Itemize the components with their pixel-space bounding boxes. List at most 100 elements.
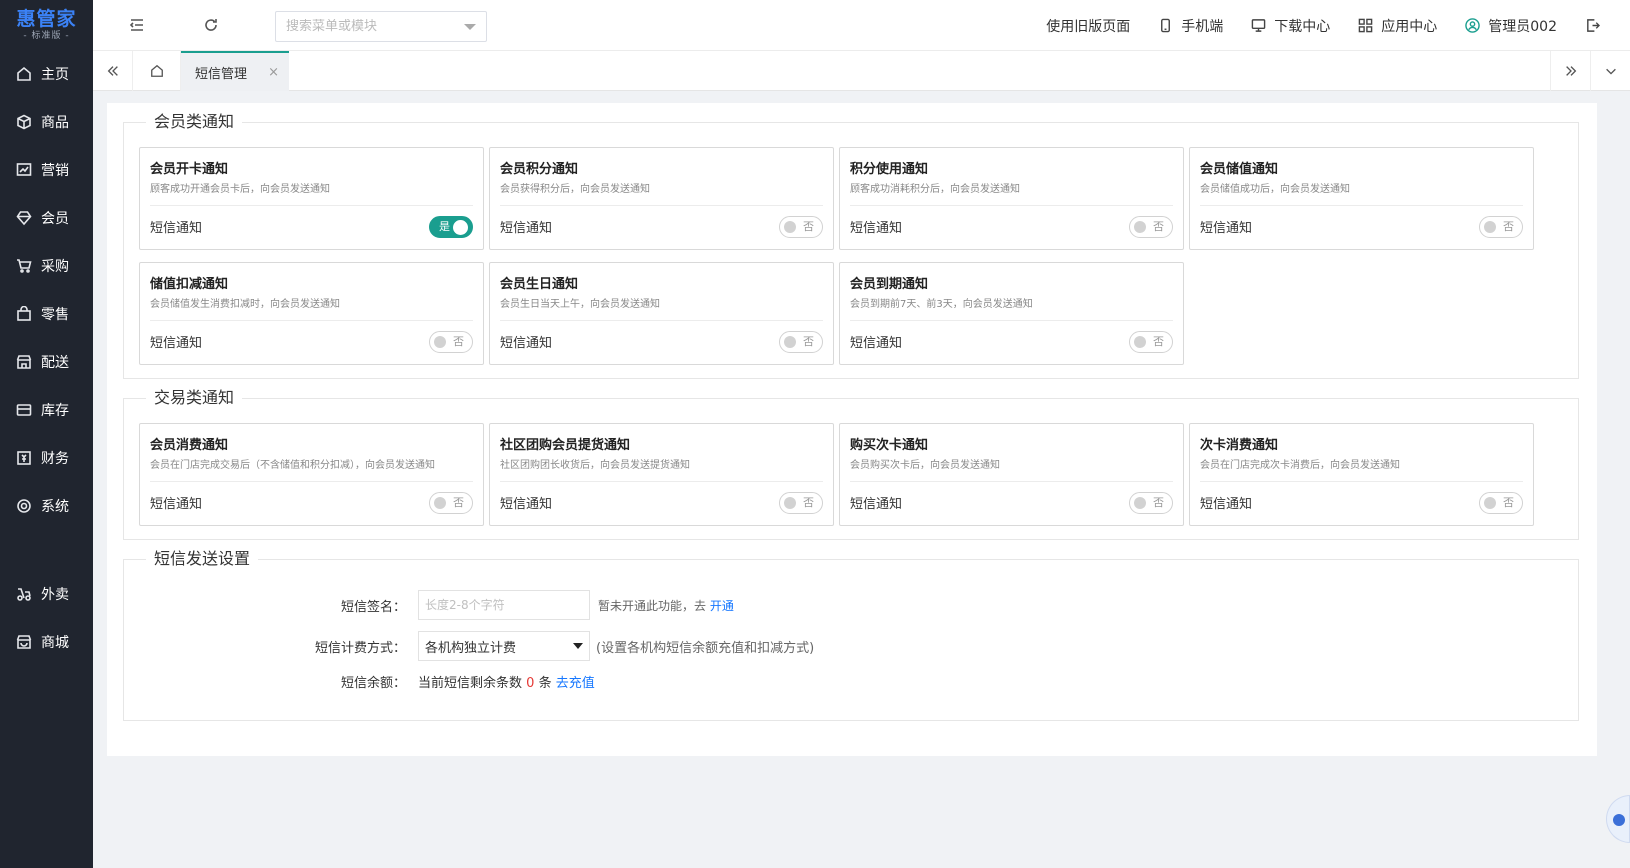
download-center-link[interactable]: 下载中心 [1251,16,1330,36]
finance-icon [17,451,31,465]
sidebar-item-retail[interactable]: 零售 [0,290,93,338]
sidebar: 惠管家 - 标准版 - 主页 商品 营销 会员 采购 零售 配送 库存 财务 系… [0,0,93,868]
card-title: 购买次卡通知 [850,438,929,453]
close-icon[interactable]: × [268,65,279,80]
monitor-icon [1251,19,1266,32]
card-description: 会员生日当天上午，向会员发送通知 [500,299,660,310]
sidebar-item-label: 财务 [41,451,69,467]
card-title: 会员消费通知 [150,438,229,453]
sidebar-item-delivery[interactable]: 配送 [0,338,93,386]
double-chevron-left-icon [107,66,118,76]
card-description: 社区团购团长收货后，向会员发送提货通知 [500,460,690,471]
sms-toggle[interactable]: 否 [1129,216,1173,238]
signature-input[interactable] [418,590,590,620]
sidebar-item-purchase[interactable]: 采购 [0,242,93,290]
card-footer: 短信通知 否 [500,482,823,522]
inventory-icon [16,404,32,416]
sms-toggle[interactable]: 否 [1129,331,1173,353]
chart-icon [16,163,32,176]
menu-search[interactable] [275,11,487,42]
user-menu[interactable]: 管理员002 [1465,16,1557,36]
notify-card: 次卡消费通知 会员在门店完成次卡消费后，向会员发送通知 短信通知 否 [1189,423,1534,526]
tab-scroll-left-button[interactable] [93,51,133,91]
sms-toggle[interactable]: 否 [779,331,823,353]
sidebar-item-label: 会员 [41,211,69,227]
sidebar-item-finance[interactable]: 财务 [0,434,93,482]
sidebar-item-goods[interactable]: 商品 [0,98,93,146]
sms-toggle[interactable]: 否 [1479,492,1523,514]
tab-home[interactable] [133,51,181,91]
toggle-knob [1134,336,1146,348]
notify-card: 会员储值通知 会员储值成功后，向会员发送通知 短信通知 否 [1189,147,1534,250]
tab-menu-button[interactable] [1590,51,1630,91]
card-description: 会员到期前7天、前3天，向会员发送通知 [850,299,1033,310]
sidebar-item-label: 外卖 [41,587,69,603]
recharge-link[interactable]: 去充值 [556,676,595,691]
sidebar-item-home[interactable]: 主页 [0,50,93,98]
sidebar-item-inventory[interactable]: 库存 [0,386,93,434]
header-actions: 使用旧版页面 手机端 下载中心 应用中心 管理员002 [1018,0,1608,51]
sidebar-spacer [0,530,93,570]
sms-toggle[interactable]: 否 [1129,492,1173,514]
card-title: 会员开卡通知 [150,162,229,177]
sidebar-item-mall[interactable]: 商城 [0,618,93,666]
balance-count: 0 [526,676,535,691]
sidebar-item-takeout[interactable]: 外卖 [0,570,93,618]
chevron-down-icon [573,643,583,649]
billing-row: 短信计费方式： 各机构独立计费 (设置各机构短信余额充值和扣减方式) [124,631,814,661]
sidebar-item-label: 主页 [41,67,69,83]
tab-scroll-right-button[interactable] [1550,51,1590,91]
sidebar-item-marketing[interactable]: 营销 [0,146,93,194]
sms-toggle[interactable]: 否 [779,492,823,514]
billing-label: 短信计费方式： [314,640,406,656]
user-icon [1465,18,1481,33]
old-version-link[interactable]: 使用旧版页面 [1046,16,1130,36]
balance-label: 短信余额： [340,676,406,691]
logo[interactable]: 惠管家 - 标准版 - [0,0,93,50]
sidebar-item-system[interactable]: 系统 [0,482,93,530]
sidebar-item-member[interactable]: 会员 [0,194,93,242]
mall-icon [16,635,32,649]
sms-toggle[interactable]: 否 [429,492,473,514]
refresh-icon [205,19,217,31]
search-input[interactable] [286,19,456,34]
logo-title: 惠管家 [16,8,77,30]
toggle-knob [434,336,446,348]
toggle-state: 否 [1503,496,1514,509]
sms-notify-label: 短信通知 [850,496,903,512]
app-center-link[interactable]: 应用中心 [1358,16,1437,36]
toggle-state: 是 [439,220,450,233]
logout-button[interactable] [1585,18,1608,33]
tab-label: 短信管理 [195,66,248,82]
mobile-label: 手机端 [1181,18,1224,35]
sms-toggle[interactable]: 否 [429,331,473,353]
refresh-button[interactable] [203,17,219,37]
delivery-icon [17,588,31,601]
sms-notify-label: 短信通知 [150,496,203,512]
toggle-state: 否 [803,220,814,233]
billing-select[interactable]: 各机构独立计费 [418,631,590,661]
activate-link[interactable]: 开通 [710,599,734,613]
logout-icon [1587,19,1600,32]
toggle-knob [784,497,796,509]
card-description: 会员储值发生消费扣减时，向会员发送通知 [150,299,340,310]
card-title: 次卡消费通知 [1200,438,1279,453]
balance-prefix: 当前短信剩余条数 [418,676,523,691]
card-title: 储值扣减通知 [150,277,229,292]
mobile-link[interactable]: 手机端 [1158,16,1223,36]
sms-notify-label: 短信通知 [500,335,553,351]
signature-hint-text: 暂未开通此功能，去 [598,598,707,613]
floating-assistant-button[interactable] [1606,795,1630,843]
sms-toggle[interactable]: 否 [779,216,823,238]
assistant-icon [1613,814,1625,826]
sms-toggle[interactable]: 否 [1479,216,1523,238]
sms-toggle[interactable]: 是 [429,216,473,238]
menu-collapse-button[interactable] [129,17,145,37]
notify-card: 储值扣减通知 会员储值发生消费扣减时，向会员发送通知 短信通知 否 [139,262,484,365]
tab-sms-management[interactable]: 短信管理 × [181,51,289,91]
toggle-knob [784,336,796,348]
toggle-knob [453,220,468,235]
card-footer: 短信通知 否 [150,321,473,361]
billing-hint: (设置各机构短信余额充值和扣减方式) [596,640,815,656]
notify-card: 会员消费通知 会员在门店完成交易后（不含储值和积分扣减），向会员发送通知 短信通… [139,423,484,526]
